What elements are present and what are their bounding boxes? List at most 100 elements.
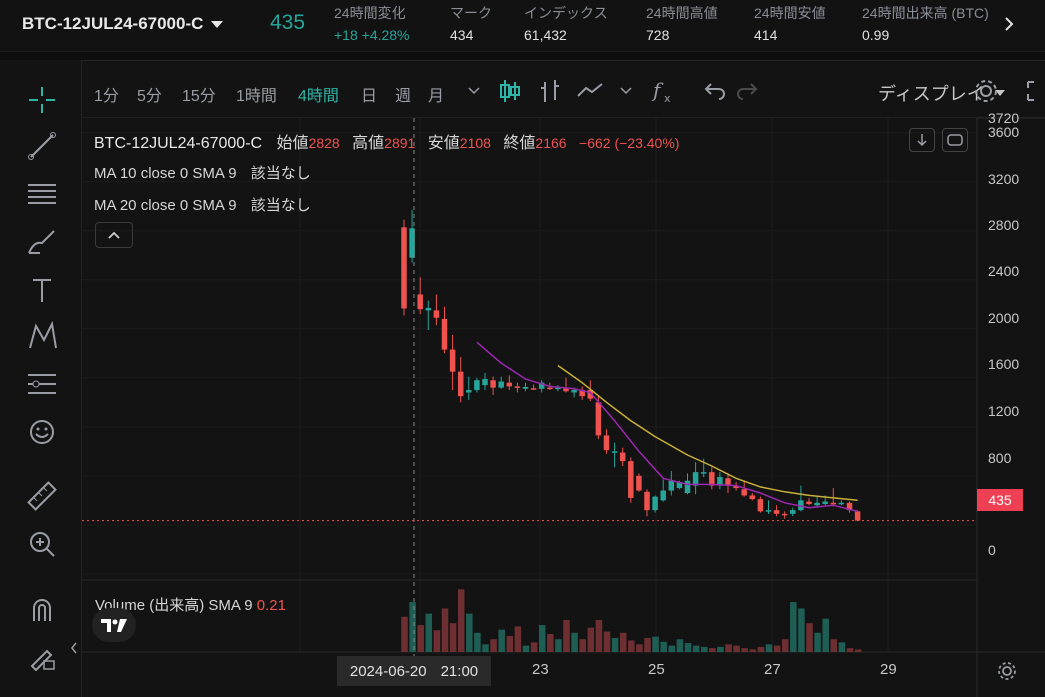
tradingview-logo-icon [101,619,127,632]
volume-bar [790,602,797,652]
trading-app: BTC-12JUL24-67000-C 435 24時間変化 +18 +4.28… [0,0,1045,697]
volume-bar [733,645,740,652]
volume-bar [611,637,619,652]
candle-body [595,402,602,436]
ma10-legend[interactable]: MA 10 close 0 SMA 9 該当なし [94,162,311,183]
scroll-down-button[interactable] [909,128,935,152]
ma20-line [557,364,858,502]
autoscale-icon [947,134,963,146]
candle-body [806,501,812,505]
candle-body [741,489,747,496]
candle-body [765,510,772,512]
volume-bar [538,625,546,652]
candle-body [773,510,780,514]
price-tick: 1200 [988,403,1020,419]
time-tick: 25 [648,661,665,678]
volume-bar [563,620,570,652]
volume-value: 0.21 [256,597,286,614]
volume-bar [417,625,424,652]
candle-body [425,307,432,311]
candle-body [514,386,521,388]
candle-body [449,349,456,372]
candle-body [830,502,837,505]
change-value: −662 (−23.40%) [579,135,680,151]
volume-bar [700,646,708,652]
candle-body [401,227,407,309]
volume-bar [692,645,700,652]
volume-bar [684,643,692,652]
close-value: 2166 [535,135,567,151]
volume-bar [619,632,627,652]
ma10-label: MA 10 close 0 SMA 9 [94,165,237,182]
collapse-legend-button[interactable] [95,222,133,248]
price-chart[interactable] [0,0,1045,697]
volume-bar [846,648,854,652]
volume-bar [749,649,757,652]
volume-bar [409,602,416,652]
volume-bar [603,631,611,652]
candle-body [790,510,796,514]
ma20-legend[interactable]: MA 20 close 0 SMA 9 該当なし [94,194,311,215]
legend-symbol: BTC-12JUL24-67000-C [94,135,263,152]
price-tick: 1600 [988,356,1020,372]
candle-body [441,318,448,350]
candle-body [636,475,642,491]
candle-body [781,513,788,516]
tradingview-logo[interactable] [92,608,136,642]
candle-body [854,511,861,521]
volume-bar [571,632,578,652]
candle-body [571,390,577,393]
volume-bar [433,630,441,652]
price-tick: 3200 [988,171,1020,187]
crosshair-time-label: 2024-06-20 21:00 [337,656,491,686]
candle-body [466,390,472,393]
ma10-value: 該当なし [250,165,311,182]
open-label: 始値 [276,135,309,152]
candle-body [757,499,764,512]
candle-body [530,388,537,390]
crosshair-date: 2024-06-20 [349,662,427,680]
volume-bar [741,648,748,652]
candle-body [749,495,756,500]
candle-body [611,451,618,453]
candle-body [482,379,488,386]
volume-bar [595,620,603,652]
low-value: 2108 [459,135,491,151]
arrow-down-icon [917,134,927,147]
candle-body [506,382,513,387]
volume-bar [441,608,449,652]
volume-bar [830,639,838,652]
volume-bar [530,642,538,652]
auto-scale-button[interactable] [942,128,968,152]
volume-bar [668,645,676,652]
candle-body [603,435,610,451]
open-value: 2828 [308,135,340,151]
candle-body [838,502,845,505]
volume-bar [822,618,829,652]
current-price-tag: 435 [977,489,1023,511]
volume-bar [773,645,781,652]
volume-bar [490,639,497,652]
volume-bar [401,616,408,652]
volume-bar [628,640,635,652]
volume-bar [579,639,586,652]
candle-body [660,490,666,501]
price-tick: 2800 [988,217,1020,233]
volume-bar [474,632,481,652]
volume-bar [514,626,522,652]
candle-body [498,381,504,388]
gear-icon[interactable] [996,660,1018,682]
volume-bar [522,645,530,652]
volume-bar [709,648,716,652]
price-tick: 3600 [988,124,1020,140]
candle-body [628,461,634,498]
price-tick: 0 [988,542,996,558]
volume-bar [482,644,489,652]
volume-bar [676,639,684,652]
candle-body [814,502,820,506]
low-label: 安値 [427,135,460,152]
candle-body [474,380,480,391]
crosshair-time: 21:00 [440,662,479,680]
volume-bar [838,642,846,652]
candle-body [644,491,650,511]
